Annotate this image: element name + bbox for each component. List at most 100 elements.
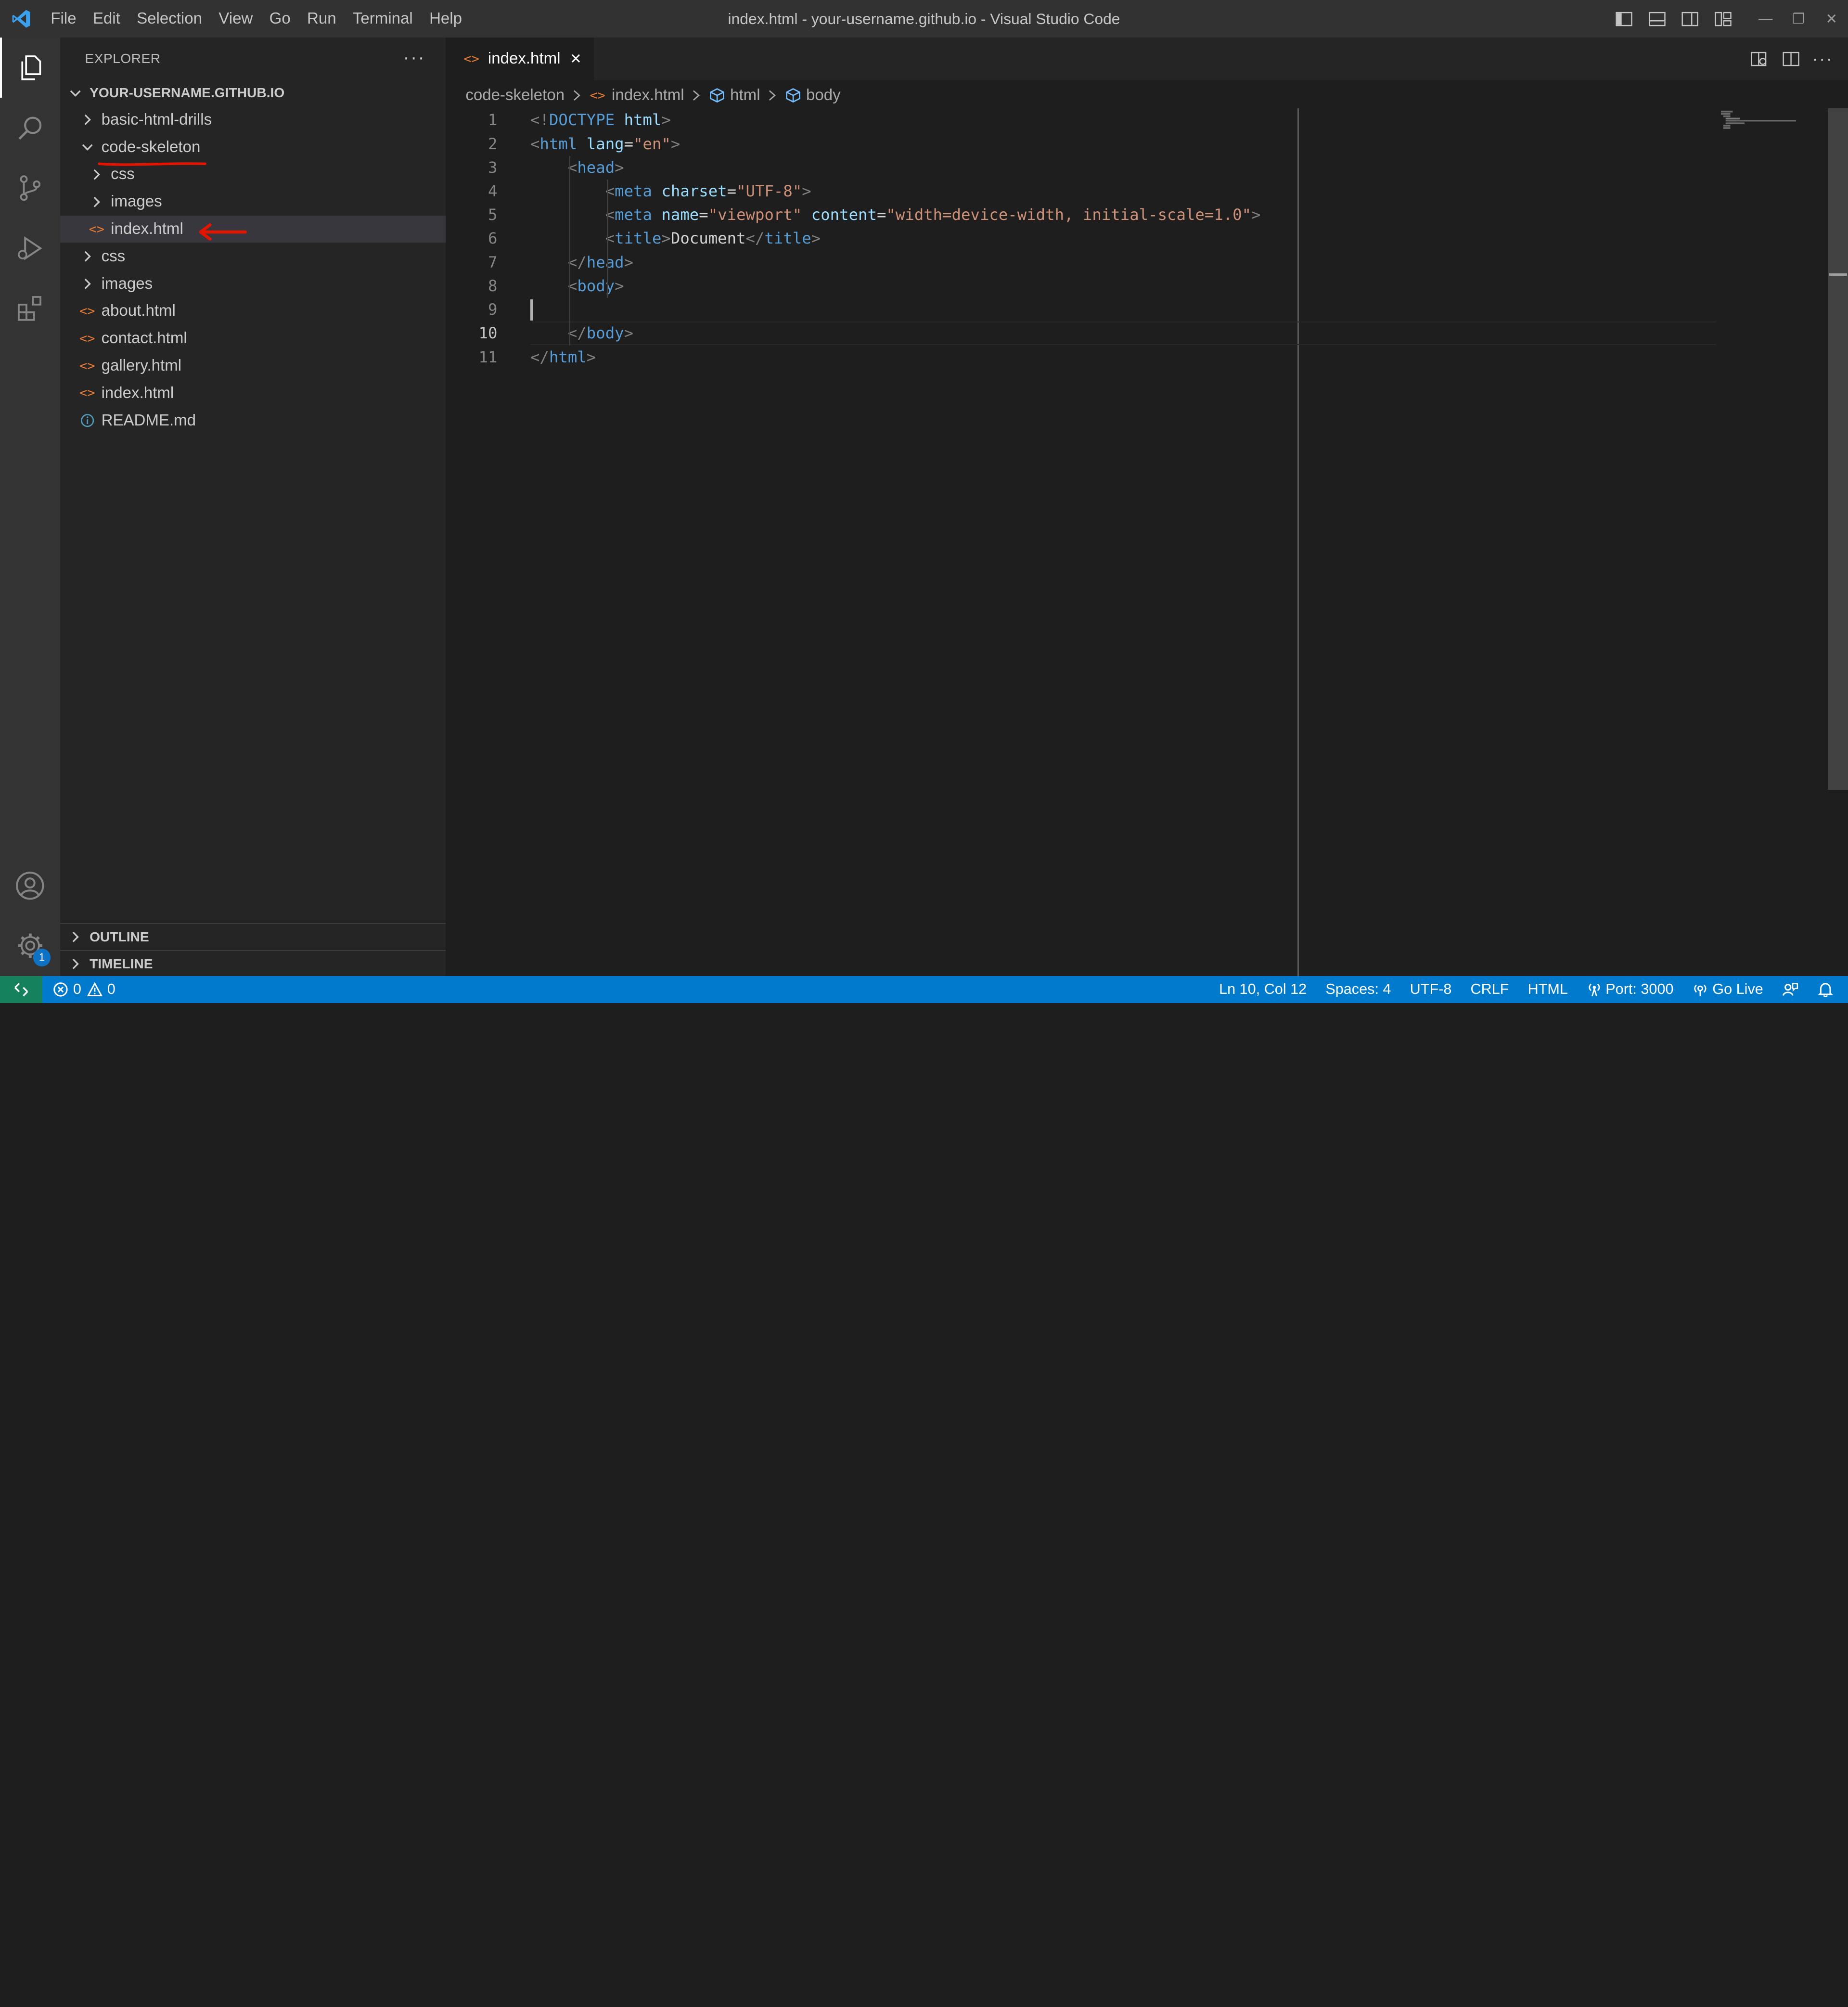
workspace-root[interactable]: YOUR-USERNAME.GITHUB.IO (60, 80, 446, 106)
language-mode[interactable]: HTML (1518, 981, 1577, 998)
tree-file-about-html[interactable]: <> about.html (60, 297, 446, 325)
notifications-bell-icon[interactable] (1808, 981, 1848, 998)
code-token: html (539, 134, 578, 153)
extensions-icon[interactable] (0, 278, 60, 338)
code-token: head (586, 253, 624, 271)
line-number: 10 (478, 324, 498, 343)
code-text: </head> (530, 251, 633, 274)
tree-file-index-html[interactable]: <> index.html (60, 380, 446, 407)
chevron-down-icon (79, 139, 95, 155)
code-token: meta (615, 181, 652, 200)
code-text: <html lang="en"> (530, 132, 680, 156)
open-preview-icon[interactable] (1743, 50, 1775, 68)
more-actions-icon[interactable]: ··· (403, 47, 425, 68)
toggle-primary-sidebar-icon[interactable] (1608, 0, 1641, 38)
code-token: > (624, 253, 634, 271)
chevron-right-icon (89, 166, 105, 182)
accounts-icon[interactable] (0, 856, 60, 916)
breadcrumb-item[interactable]: body (785, 86, 841, 104)
menu-view[interactable]: View (210, 0, 261, 38)
code-token: lang (586, 134, 624, 153)
remote-indicator[interactable] (0, 976, 43, 1004)
code-editor[interactable]: 1 <!DOCTYPE html> 2 <html lang="en"> 3 <head… (446, 108, 1848, 976)
code-text: <title>Document</title> (530, 227, 821, 250)
code-token: > (670, 134, 680, 153)
code-text: <meta charset="UTF-8"> (530, 180, 811, 203)
code-line: 8 <body> (446, 274, 1716, 298)
feedback-icon[interactable] (1772, 981, 1808, 998)
tree-folder-css[interactable]: css (60, 243, 446, 270)
customize-layout-icon[interactable] (1707, 0, 1740, 38)
code-token: </ (567, 253, 587, 271)
code-token: title (764, 229, 811, 248)
tree-item-label: about.html (101, 302, 176, 320)
go-live-icon (1694, 984, 1707, 996)
symbol-field-icon (709, 87, 725, 103)
tree-folder-images[interactable]: images (60, 270, 446, 297)
editor-tabs: <> index.html ✕ ··· (445, 38, 1848, 80)
tree-folder-code-skeleton[interactable]: code-skeleton (60, 133, 446, 161)
tab-index-html[interactable]: <> index.html ✕ (445, 38, 594, 80)
code-token: > (624, 324, 634, 343)
menu-file[interactable]: File (42, 0, 85, 38)
tree-folder-basic-html-drills[interactable]: basic-html-drills (60, 106, 446, 133)
status-bar: 0 0 Ln 10, Col 12 Spaces: 4 UTF-8 CRLF H… (0, 976, 1848, 1004)
tree-file-readme-md[interactable]: README.md (60, 407, 446, 434)
menu-go[interactable]: Go (261, 0, 298, 38)
workspace-root-label: YOUR-USERNAME.GITHUB.IO (90, 85, 285, 101)
vertical-scrollbar[interactable] (1828, 108, 1848, 790)
more-actions-icon[interactable]: ··· (1807, 49, 1838, 69)
run-debug-icon[interactable] (0, 218, 60, 278)
breadcrumb-label: index.html (612, 86, 684, 104)
timeline-label: TIMELINE (90, 956, 153, 972)
split-editor-icon[interactable] (1775, 50, 1807, 68)
tree-file-contact-html[interactable]: <> contact.html (60, 325, 446, 352)
go-live-button[interactable]: Go Live (1683, 981, 1772, 998)
outline-section[interactable]: OUTLINE (60, 923, 446, 950)
end-of-line[interactable]: CRLF (1461, 981, 1518, 998)
minimap[interactable] (1719, 108, 1797, 136)
problems-indicator[interactable]: 0 0 (53, 976, 116, 1003)
close-window-icon[interactable]: ✕ (1815, 0, 1848, 38)
restore-icon[interactable]: ❐ (1782, 0, 1815, 38)
port-status[interactable]: Port: 3000 (1578, 981, 1683, 998)
menu-terminal[interactable]: Terminal (345, 0, 421, 38)
source-control-icon[interactable] (0, 158, 60, 218)
breadcrumb-item[interactable]: code-skeleton (465, 86, 565, 104)
tree-item-label: css (101, 247, 126, 265)
code-token: DOCTYPE (549, 111, 615, 129)
menu-bar: File Edit Selection View Go Run Terminal Help (42, 0, 470, 38)
code-token: > (1251, 206, 1261, 224)
cursor-position[interactable]: Ln 10, Col 12 (1210, 981, 1316, 998)
toggle-secondary-sidebar-icon[interactable] (1674, 0, 1707, 38)
code-token: < (530, 134, 540, 153)
breadcrumb-item[interactable]: html (709, 86, 760, 104)
code-line: 10 </body> (446, 322, 1716, 345)
search-icon[interactable] (0, 98, 60, 158)
menu-edit[interactable]: Edit (85, 0, 128, 38)
tree-folder-images[interactable]: images (60, 188, 446, 216)
close-tab-icon[interactable]: ✕ (570, 51, 582, 67)
encoding[interactable]: UTF-8 (1400, 981, 1461, 998)
warning-icon (87, 982, 103, 996)
html-file-icon: <> (79, 386, 95, 401)
menu-help[interactable]: Help (421, 0, 470, 38)
chevron-right-icon (67, 956, 84, 972)
toggle-panel-icon[interactable] (1641, 0, 1674, 38)
manage-gear-icon[interactable]: 1 (0, 916, 60, 976)
menu-selection[interactable]: Selection (128, 0, 210, 38)
timeline-section[interactable]: TIMELINE (60, 950, 446, 977)
code-token: = (727, 181, 737, 200)
minimize-icon[interactable]: — (1749, 0, 1782, 38)
tree-file-index-html[interactable]: <> index.html (60, 215, 446, 243)
explorer-icon[interactable] (0, 38, 60, 98)
tree-file-gallery-html[interactable]: <> gallery.html (60, 352, 446, 380)
title-bar: File Edit Selection View Go Run Terminal Help i… (0, 0, 1848, 38)
menu-run[interactable]: Run (299, 0, 345, 38)
indentation[interactable]: Spaces: 4 (1316, 981, 1400, 998)
breadcrumb-item[interactable]: <> index.html (590, 86, 684, 104)
